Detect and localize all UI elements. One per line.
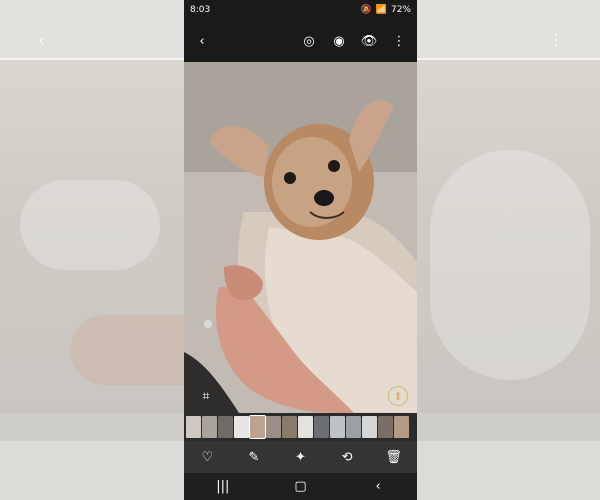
pencil-icon[interactable]: ✎ [244,447,264,467]
thumbnail[interactable] [282,416,297,438]
thumbnail[interactable] [378,416,393,438]
crop-icon[interactable]: ⌗ [196,386,216,406]
more-icon[interactable]: ⋮ [389,31,409,51]
bixby-vision-icon[interactable]: ◉ [329,31,349,51]
thumbnail[interactable] [330,416,345,438]
background-shape [430,150,590,380]
app-bar-actions: ◎ ◉ 👁 ⋮ [299,31,409,51]
thumbnail[interactable] [314,416,329,438]
phone-screen: 8:03 🔕 📶 72% ‹ ◎ ◉ 👁 ⋮ ⌗ ⬆ ♡ ✎ ✦ ⟲ 🗑 |||… [184,0,417,500]
status-battery: 72% [390,5,411,15]
recents-icon[interactable]: ||| [213,477,233,497]
mute-icon: 🔕 [360,5,372,15]
thumbnail[interactable] [346,416,361,438]
thumbnail[interactable] [202,416,217,438]
play-icon[interactable]: ◎ [299,31,319,51]
background-back-icon: ‹ [38,30,46,51]
share-icon[interactable]: ⟲ [337,447,357,467]
heart-icon[interactable]: ♡ [197,447,217,467]
navigation-bar: ||| ▢ ‹ [184,473,417,500]
lens-icon[interactable]: ⬆ [388,386,408,406]
thumbnail-strip[interactable] [184,413,417,441]
home-icon[interactable]: ▢ [290,477,310,497]
back-nav-icon[interactable]: ‹ [368,477,388,497]
background-more-icon: ⋮ [548,30,564,49]
trash-icon[interactable]: 🗑 [384,447,404,467]
dog-photo [184,62,417,413]
app-bar: ‹ ◎ ◉ 👁 ⋮ [184,20,417,62]
status-bar: 8:03 🔕 📶 72% [184,0,417,20]
photo-view[interactable] [184,62,417,413]
thumbnail[interactable] [249,415,266,439]
background-shape [20,180,160,270]
back-icon[interactable]: ‹ [192,31,212,51]
eye-icon[interactable]: 👁 [359,31,379,51]
thumbnail[interactable] [266,416,281,438]
sparkle-icon[interactable]: ✦ [290,447,310,467]
thumbnail[interactable] [234,416,249,438]
wifi-icon: 📶 [375,5,387,15]
thumbnail[interactable] [362,416,377,438]
thumbnail[interactable] [298,416,313,438]
status-right: 🔕 📶 72% [361,5,411,15]
status-time: 8:03 [190,5,211,15]
thumbnail[interactable] [186,416,201,438]
thumbnail[interactable] [218,416,233,438]
bottom-actions-bar: ♡ ✎ ✦ ⟲ 🗑 [184,441,417,473]
thumbnail[interactable] [394,416,409,438]
